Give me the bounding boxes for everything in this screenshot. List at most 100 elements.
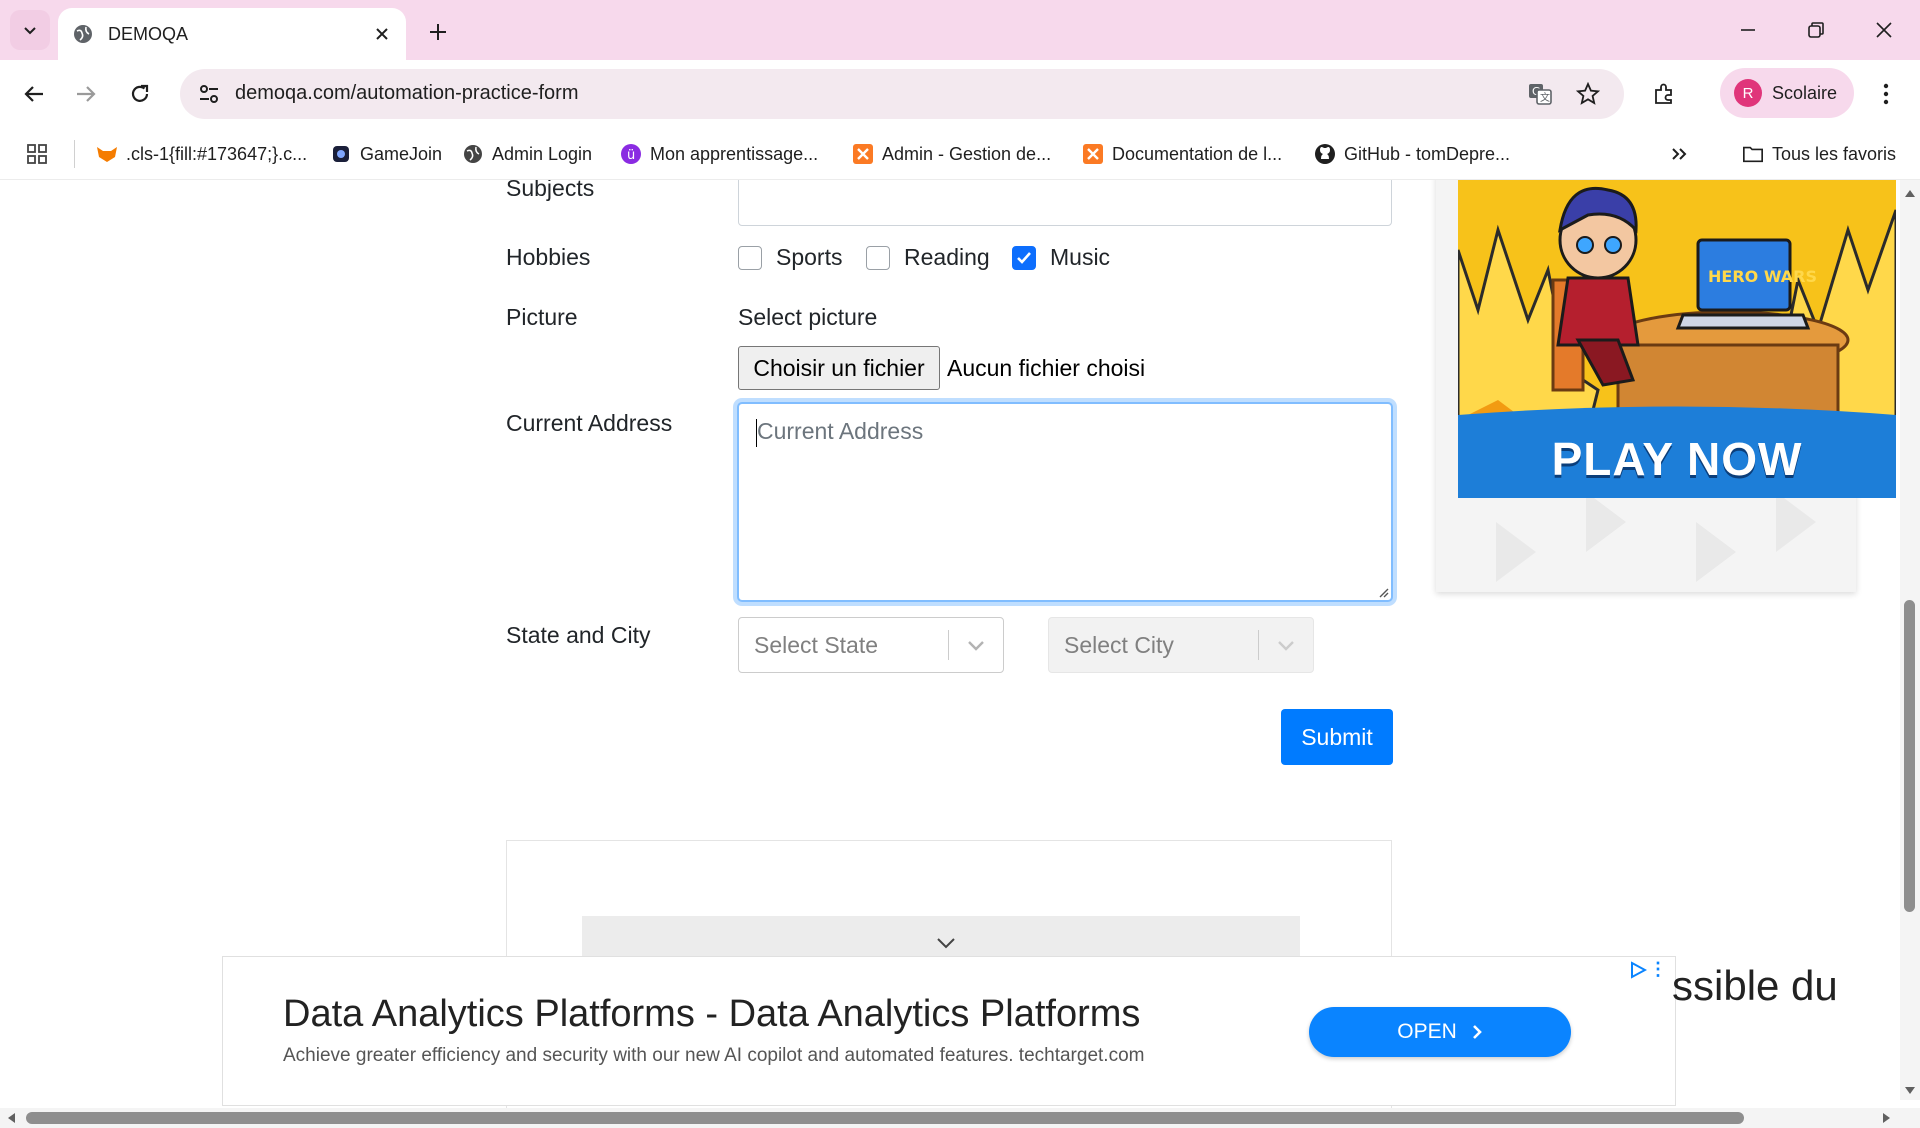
apps-button[interactable] bbox=[26, 140, 48, 168]
bookmark-star-button[interactable] bbox=[1574, 80, 1602, 108]
plus-icon bbox=[430, 24, 446, 40]
avatar: R bbox=[1734, 79, 1762, 107]
site-info-button[interactable] bbox=[194, 79, 224, 109]
restore-icon bbox=[1808, 22, 1824, 38]
scroll-down-arrow-icon[interactable] bbox=[1904, 1086, 1916, 1096]
close-tab-button[interactable] bbox=[372, 24, 392, 44]
check-icon bbox=[1017, 251, 1031, 264]
resize-handle-icon[interactable] bbox=[1377, 586, 1389, 598]
checkbox-box[interactable] bbox=[1012, 245, 1036, 270]
state-city-label: State and City bbox=[506, 622, 651, 648]
hobby-music-checkbox[interactable]: Music bbox=[1012, 244, 1110, 271]
adchoices-icon[interactable] bbox=[1629, 961, 1647, 979]
xampp-icon bbox=[852, 143, 874, 165]
picture-label: Picture bbox=[506, 304, 578, 330]
tune-icon bbox=[200, 85, 218, 103]
forward-button[interactable] bbox=[66, 74, 106, 114]
arrow-right-icon bbox=[77, 86, 96, 102]
state-placeholder: Select State bbox=[754, 632, 879, 658]
scrollbar-thumb[interactable] bbox=[26, 1112, 1744, 1124]
bookmark-item[interactable]: ü Mon apprentissage... bbox=[620, 140, 818, 168]
bottom-sticky-ad[interactable]: Data Analytics Platforms - Data Analytic… bbox=[222, 956, 1676, 1106]
scroll-right-arrow-icon[interactable] bbox=[1882, 1112, 1892, 1124]
bookmark-item[interactable]: Admin Login bbox=[462, 140, 592, 168]
dropdown-indicator[interactable] bbox=[961, 632, 991, 660]
subjects-input[interactable] bbox=[738, 180, 1392, 226]
tab-strip: DEMOQA bbox=[0, 0, 1920, 60]
hobby-label[interactable]: Music bbox=[1050, 244, 1110, 271]
bookmark-label: Tous les favoris bbox=[1772, 143, 1897, 164]
current-address-label: Current Address bbox=[506, 410, 673, 436]
scrollbar-thumb[interactable] bbox=[1904, 600, 1915, 912]
bookmark-label: GameJoin bbox=[360, 143, 443, 164]
submit-button[interactable]: Submit bbox=[1281, 709, 1393, 765]
hobby-sports-checkbox[interactable]: Sports bbox=[738, 244, 842, 271]
scroll-up-arrow-icon[interactable] bbox=[1904, 188, 1916, 198]
more-bookmarks-button[interactable] bbox=[1670, 140, 1688, 168]
partially-hidden-heading: ssible du bbox=[1672, 962, 1838, 1009]
chevron-down-icon bbox=[24, 27, 36, 35]
city-select: Select City bbox=[1048, 617, 1314, 673]
close-icon bbox=[1876, 22, 1892, 38]
choose-file-button[interactable]: Choisir un fichier bbox=[738, 346, 940, 390]
bookmark-item[interactable]: Admin - Gestion de... bbox=[852, 140, 1051, 168]
bookmark-label: Admin Login bbox=[492, 143, 593, 164]
city-placeholder: Select City bbox=[1064, 632, 1174, 658]
horizontal-scrollbar[interactable] bbox=[0, 1108, 1920, 1128]
ad-open-button[interactable]: OPEN bbox=[1309, 1007, 1571, 1057]
menu-button[interactable] bbox=[1866, 74, 1906, 114]
extensions-button[interactable] bbox=[1644, 74, 1684, 114]
translate-icon: G文 bbox=[1529, 84, 1552, 105]
vertical-scrollbar[interactable] bbox=[1900, 180, 1920, 1100]
bookmark-item[interactable]: GameJoin bbox=[330, 140, 442, 168]
tab-title: DEMOQA bbox=[108, 23, 189, 44]
subjects-label: Subjects bbox=[506, 180, 595, 201]
hobby-label[interactable]: Reading bbox=[904, 244, 990, 271]
xampp-icon bbox=[1082, 143, 1104, 165]
reload-button[interactable] bbox=[120, 74, 160, 114]
translate-button[interactable]: G文 bbox=[1526, 80, 1554, 108]
bookmark-label: Documentation de l... bbox=[1112, 143, 1283, 164]
bookmarks-divider bbox=[74, 140, 75, 168]
file-status: Aucun fichier choisi bbox=[947, 355, 1146, 381]
browser-toolbar: demoqa.com/automation-practice-form G文 R… bbox=[0, 60, 1920, 128]
checkbox-box[interactable] bbox=[738, 245, 762, 270]
bookmark-label: Admin - Gestion de... bbox=[882, 143, 1052, 164]
bookmark-item[interactable]: GitHub - tomDepre... bbox=[1314, 140, 1510, 168]
active-tab[interactable]: DEMOQA bbox=[58, 8, 406, 60]
dropdown-indicator bbox=[1271, 632, 1301, 660]
minimize-button[interactable] bbox=[1720, 8, 1776, 52]
game-icon bbox=[330, 143, 352, 165]
restore-button[interactable] bbox=[1788, 8, 1844, 52]
profile-button[interactable]: R Scolaire bbox=[1720, 68, 1854, 118]
double-chevron-right-icon bbox=[1672, 148, 1687, 160]
hobby-reading-checkbox[interactable]: Reading bbox=[866, 244, 990, 271]
ad-description: Achieve greater efficiency and security … bbox=[283, 1045, 1145, 1066]
ad-title[interactable]: Data Analytics Platforms - Data Analytic… bbox=[283, 993, 1140, 1036]
back-button[interactable] bbox=[14, 74, 54, 114]
puzzle-icon bbox=[1655, 83, 1672, 104]
globe-icon bbox=[74, 25, 92, 43]
ad-collapse-button[interactable] bbox=[932, 932, 960, 954]
select-picture-label: Select picture bbox=[738, 304, 878, 330]
bookmark-item[interactable]: .cls-1{fill:#173647;}.c... bbox=[96, 140, 307, 168]
game-logo: HERO WARS bbox=[1708, 267, 1817, 286]
state-select[interactable]: Select State bbox=[738, 617, 1004, 673]
ad-menu-icon[interactable]: ⋮ bbox=[1649, 959, 1667, 980]
scroll-left-arrow-icon[interactable] bbox=[6, 1112, 16, 1124]
svg-text:文: 文 bbox=[1540, 91, 1550, 104]
svg-text:ü: ü bbox=[627, 148, 635, 163]
tab-search-button[interactable] bbox=[10, 10, 50, 50]
address-bar[interactable]: demoqa.com/automation-practice-form G文 bbox=[180, 69, 1624, 119]
url-text[interactable]: demoqa.com/automation-practice-form bbox=[235, 82, 578, 105]
hero-wars-ad[interactable]: HERO WARS PLAY NOW bbox=[1458, 180, 1896, 498]
current-address-textarea[interactable]: Current Address bbox=[737, 402, 1393, 602]
hobby-label[interactable]: Sports bbox=[776, 244, 842, 271]
play-now-button[interactable]: PLAY NOW bbox=[1458, 420, 1896, 498]
checkbox-box[interactable] bbox=[866, 245, 890, 270]
select-separator bbox=[948, 630, 949, 660]
bookmark-item[interactable]: Documentation de l... bbox=[1082, 140, 1282, 168]
all-bookmarks-folder[interactable]: Tous les favoris bbox=[1742, 140, 1896, 168]
close-window-button[interactable] bbox=[1856, 8, 1912, 52]
new-tab-button[interactable] bbox=[418, 12, 458, 52]
